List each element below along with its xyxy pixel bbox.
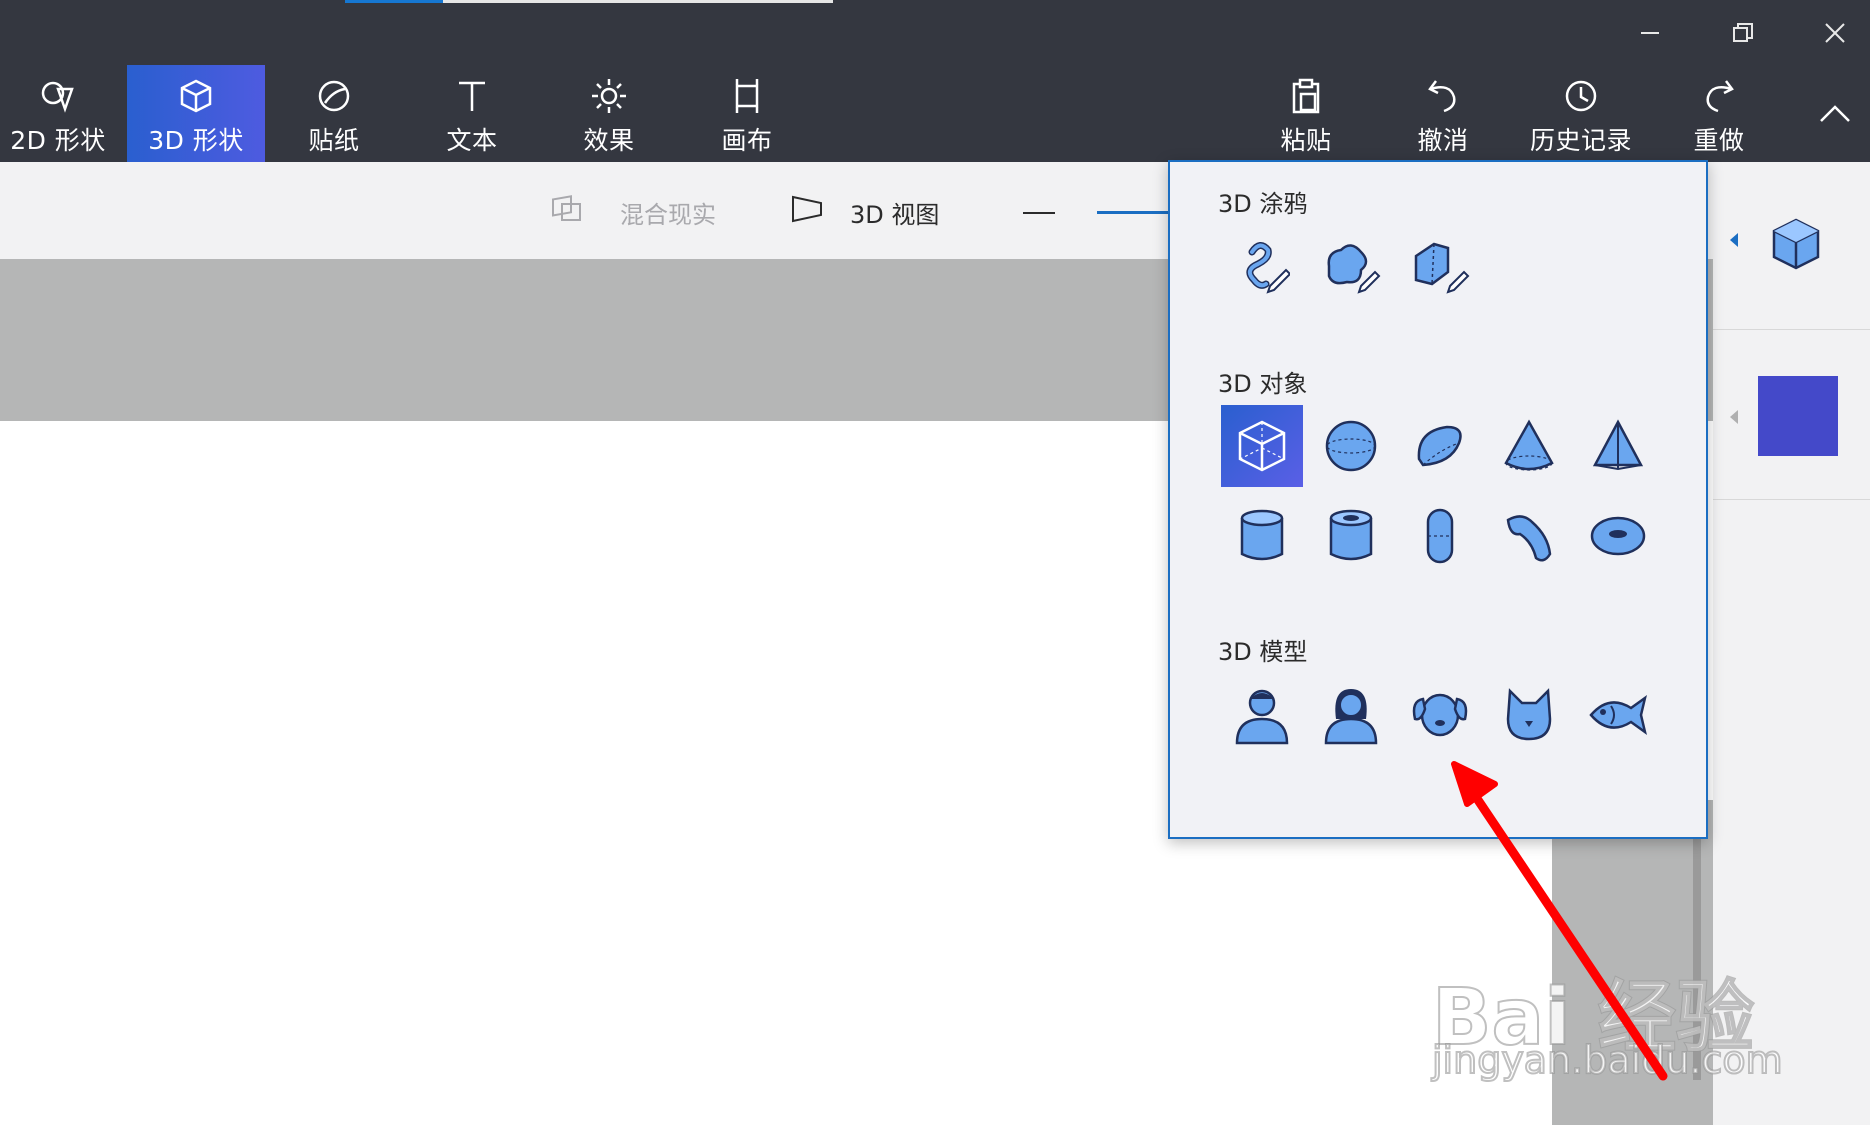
tool-label: 画布 xyxy=(721,126,773,155)
curved-pipe-icon[interactable] xyxy=(1488,495,1570,577)
panel-expand-icon[interactable] xyxy=(1730,232,1738,247)
undo-icon xyxy=(1374,77,1512,115)
panel-separator xyxy=(1713,499,1870,500)
tool-stickers[interactable]: 贴纸 xyxy=(265,65,403,162)
action-redo[interactable]: 重做 xyxy=(1650,65,1788,162)
tool-label: 效果 xyxy=(583,126,635,155)
canvas-icon xyxy=(678,77,816,115)
action-label: 撤消 xyxy=(1417,126,1469,155)
action-paste[interactable]: 粘贴 xyxy=(1237,65,1375,162)
zoom-slider[interactable] xyxy=(1097,211,1169,214)
tool-label: 2D 形状 xyxy=(10,126,106,155)
tool-label: 文本 xyxy=(446,126,498,155)
sticker-icon xyxy=(265,77,403,115)
paste-icon xyxy=(1237,77,1375,115)
mixed-reality-button[interactable]: 混合现实 xyxy=(550,192,716,232)
3d-view-button[interactable]: 3D 视图 xyxy=(790,192,939,232)
tool-text[interactable]: 文本 xyxy=(403,65,541,162)
cone-icon[interactable] xyxy=(1488,405,1570,487)
woman-icon[interactable] xyxy=(1310,674,1392,756)
2d-shapes-icon xyxy=(0,77,127,115)
action-undo[interactable]: 撤消 xyxy=(1374,65,1512,162)
man-icon[interactable] xyxy=(1221,674,1303,756)
title-progress-accent xyxy=(345,0,443,3)
sphere-icon[interactable] xyxy=(1310,405,1392,487)
panel-collapse-icon[interactable] xyxy=(1730,409,1738,428)
cat-icon[interactable] xyxy=(1488,674,1570,756)
tube-doodle-icon[interactable] xyxy=(1397,225,1479,307)
3d-shapes-icon xyxy=(127,77,265,115)
history-icon xyxy=(1512,77,1650,115)
tool-3d-shapes[interactable]: 3D 形状 xyxy=(127,65,265,162)
text-icon xyxy=(403,77,541,115)
section-title-models: 3D 模型 xyxy=(1218,638,1308,666)
tool-canvas[interactable]: 画布 xyxy=(678,65,816,162)
collapse-ribbon-icon[interactable] xyxy=(1805,90,1865,136)
panel-separator xyxy=(1713,329,1870,330)
zoom-out-icon[interactable] xyxy=(1023,212,1055,214)
action-label: 重做 xyxy=(1693,126,1745,155)
fish-icon[interactable] xyxy=(1577,674,1659,756)
3d-view-label: 3D 视图 xyxy=(850,200,940,229)
action-label: 历史记录 xyxy=(1529,126,1632,155)
title-progress-track xyxy=(443,0,833,3)
mixed-reality-icon xyxy=(550,194,584,230)
effects-icon xyxy=(540,77,678,115)
cube-preview-icon xyxy=(1771,217,1821,275)
restore-icon[interactable] xyxy=(1713,10,1773,56)
cylinder-icon[interactable] xyxy=(1221,495,1303,577)
tool-label: 贴纸 xyxy=(308,126,360,155)
tool-label: 3D 形状 xyxy=(148,126,244,155)
tool-effects[interactable]: 效果 xyxy=(540,65,678,162)
redo-icon xyxy=(1650,77,1788,115)
section-title-objects: 3D 对象 xyxy=(1218,370,1308,398)
pyramid-icon[interactable] xyxy=(1577,405,1659,487)
color-swatch[interactable] xyxy=(1758,376,1838,456)
3d-view-icon xyxy=(790,194,824,230)
close-icon[interactable] xyxy=(1805,10,1865,56)
dog-icon[interactable] xyxy=(1399,674,1481,756)
soft-edge-doodle-icon[interactable] xyxy=(1308,225,1390,307)
mixed-reality-label: 混合现实 xyxy=(620,200,716,229)
action-label: 粘贴 xyxy=(1280,126,1332,155)
sharp-edge-doodle-icon[interactable] xyxy=(1219,225,1301,307)
section-title-doodle: 3D 涂鸦 xyxy=(1218,190,1308,218)
minimize-icon[interactable] xyxy=(1620,10,1680,56)
donut-icon[interactable] xyxy=(1577,495,1659,577)
cube-icon[interactable] xyxy=(1221,405,1303,487)
baidu-watermark-url: jingyan.baidu.com xyxy=(1431,1037,1784,1083)
action-history[interactable]: 历史记录 xyxy=(1512,65,1650,162)
title-bar: 2D 形状 3D 形状 贴纸 文本 效果 画布 粘贴 撤消 历史记录 重做 xyxy=(0,0,1870,162)
tool-2d-shapes[interactable]: 2D 形状 xyxy=(0,65,127,162)
hemisphere-icon[interactable] xyxy=(1399,405,1481,487)
tube-icon[interactable] xyxy=(1310,495,1392,577)
capsule-icon[interactable] xyxy=(1399,495,1481,577)
3d-shapes-flyout: 3D 涂鸦 3D 对象 3D 模型 xyxy=(1168,160,1708,839)
